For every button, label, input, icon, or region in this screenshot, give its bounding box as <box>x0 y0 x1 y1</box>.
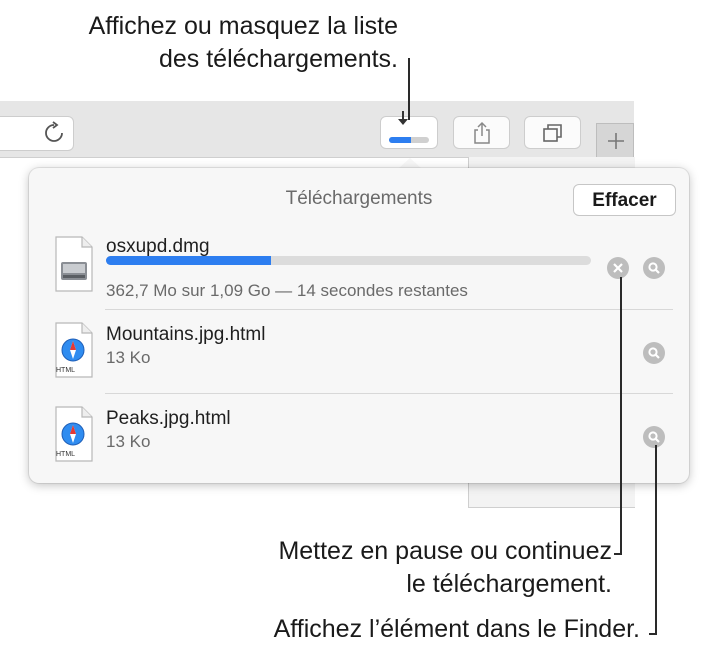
reveal-in-finder-button[interactable] <box>643 342 665 364</box>
magnifier-icon <box>648 262 660 274</box>
callout-line-top <box>408 58 410 120</box>
callout-pause-resume: Mettez en pause ou continuez le téléchar… <box>0 535 612 601</box>
download-status: 362,7 Mo sur 1,09 Go — 14 secondes resta… <box>106 281 468 300</box>
clear-button[interactable]: Effacer <box>573 184 676 216</box>
downloads-button-progress <box>389 137 429 143</box>
download-size: 13 Ko <box>106 348 151 367</box>
download-filename: osxupd.dmg <box>106 236 210 257</box>
downloads-popover: Téléchargements Effacer osxupd.dmg 362,7… <box>29 168 689 483</box>
callout-reveal-finder: Affichez l’élément dans le Finder. <box>273 615 640 643</box>
pause-resume-button[interactable] <box>607 257 629 279</box>
share-button[interactable] <box>453 116 510 149</box>
download-progress-fill <box>106 256 271 265</box>
downloads-button-progress-fill <box>389 137 411 143</box>
callout-top-line2: des téléchargements. <box>158 45 398 73</box>
tabs-icon <box>542 123 562 142</box>
disk-image-icon <box>55 236 93 292</box>
download-row-peaks[interactable]: HTML Peaks.jpg.html 13 Ko <box>29 398 689 482</box>
callout-top-line1: Affichez ou masquez la liste <box>88 12 398 40</box>
plus-icon <box>608 133 624 149</box>
file-type-label: HTML <box>56 367 76 374</box>
callout-line-finder-tick <box>649 633 657 635</box>
reveal-in-finder-button[interactable] <box>643 426 665 448</box>
download-size: 13 Ko <box>106 432 151 451</box>
file-type-label: HTML <box>56 451 76 458</box>
download-row-osxupd[interactable]: osxupd.dmg 362,7 Mo sur 1,09 Go — 14 sec… <box>29 228 689 312</box>
download-filename: Peaks.jpg.html <box>106 408 231 429</box>
callout-line-pause <box>620 277 622 555</box>
download-filename: Mountains.jpg.html <box>106 324 266 345</box>
magnifier-icon <box>648 347 660 359</box>
download-progress-bar <box>106 256 591 265</box>
share-icon <box>473 121 490 144</box>
callout-pause-line2: le téléchargement. <box>406 570 612 598</box>
download-row-mountains[interactable]: HTML Mountains.jpg.html 13 Ko <box>29 314 689 398</box>
tab-overview-button[interactable] <box>524 116 581 149</box>
magnifier-icon <box>648 431 660 443</box>
new-tab-button[interactable] <box>596 123 634 157</box>
downloads-button[interactable] <box>380 111 438 149</box>
callout-line-finder <box>655 445 657 635</box>
reload-icon[interactable] <box>42 121 66 145</box>
row-divider <box>105 309 673 310</box>
stop-x-icon <box>613 263 623 273</box>
callout-line-pause-tick <box>614 553 622 555</box>
row-divider <box>105 393 673 394</box>
callout-toggle-downloads: Affichez ou masquez la liste des télécha… <box>0 10 398 76</box>
callout-pause-line1: Mettez en pause ou continuez <box>278 537 612 565</box>
reveal-in-finder-button[interactable] <box>643 257 665 279</box>
